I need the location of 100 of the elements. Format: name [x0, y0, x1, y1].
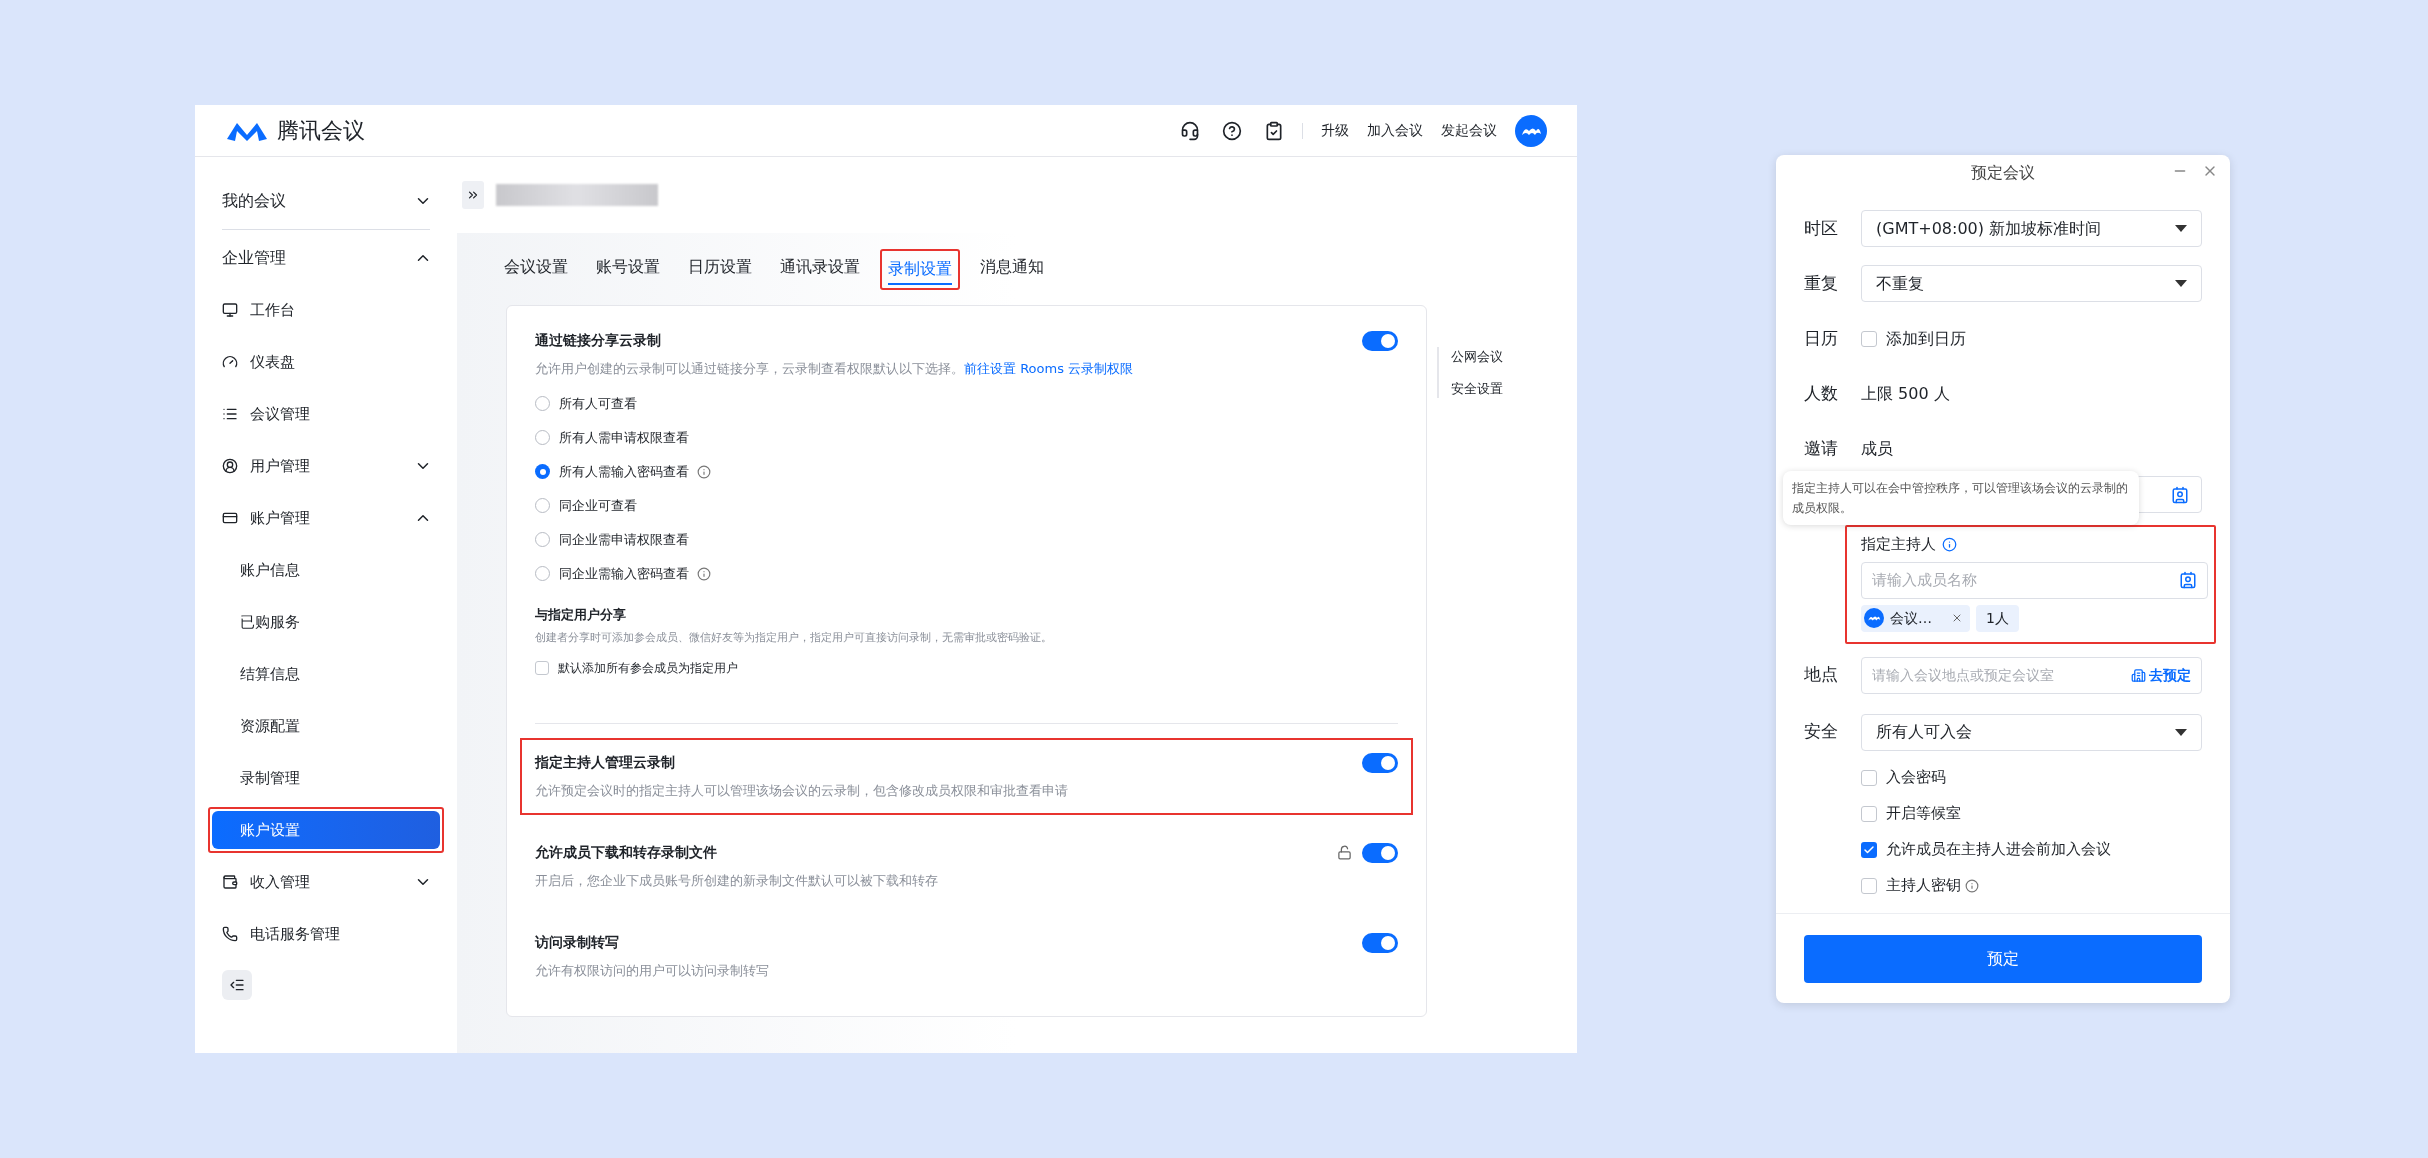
- sidebar-item[interactable]: 我的会议: [212, 182, 440, 220]
- tab[interactable]: 通讯录设置: [780, 255, 860, 283]
- sidebar-item[interactable]: 账户设置: [212, 811, 440, 849]
- sidebar-icon: [222, 458, 238, 474]
- tab[interactable]: 录制设置: [888, 256, 952, 285]
- caret-icon: [2175, 225, 2187, 232]
- toggle-switch[interactable]: [1362, 842, 1398, 863]
- tab[interactable]: 会议设置: [504, 255, 568, 283]
- setting-title: 允许成员下载和转存录制文件: [535, 843, 718, 863]
- avatar-icon: [1864, 608, 1884, 628]
- sidebar-item[interactable]: 收入管理: [212, 863, 440, 901]
- radio-button[interactable]: [535, 464, 550, 479]
- field-label: 重复: [1804, 271, 1839, 295]
- setting-title: 访问录制转写: [535, 933, 620, 953]
- sidebar-item[interactable]: 会议管理: [212, 395, 440, 433]
- checkbox-label: 默认添加所有参会成员为指定用户: [558, 659, 738, 677]
- member-chip[interactable]: 会议…: [1861, 604, 1970, 632]
- field-label: 日历: [1804, 326, 1839, 350]
- headset-icon[interactable]: [1180, 120, 1200, 141]
- location-input-field[interactable]: 请输入会议地点或预定会议室 去预定: [1861, 656, 2202, 694]
- radio-label: 同企业可查看: [559, 496, 637, 515]
- sidebar-item[interactable]: 用户管理: [212, 447, 440, 485]
- sidebar-icon: [222, 354, 238, 370]
- checkbox[interactable]: [1861, 330, 1877, 347]
- setting-description: 允许预定会议时的指定主持人可以管理该场会议的云录制，包含修改成员权限和审批查看申请: [535, 782, 1069, 801]
- select-field[interactable]: 不重复: [1861, 265, 2202, 302]
- radio-label: 同企业需输入密码查看: [559, 564, 689, 583]
- setting-title: 与指定用户分享: [535, 605, 627, 624]
- sidebar-item[interactable]: 仪表盘: [212, 343, 440, 381]
- field-label: 地点: [1804, 663, 1839, 687]
- location-input[interactable]: 请输入会议地点或预定会议室: [1872, 664, 2131, 686]
- sidebar-item[interactable]: 已购服务: [212, 603, 440, 641]
- help-icon[interactable]: [1222, 120, 1242, 141]
- checkbox-label: 主持人密钥: [1886, 875, 1961, 897]
- anchor-link[interactable]: 安全设置: [1451, 378, 1503, 398]
- collapse-sidebar-button[interactable]: [222, 970, 252, 1000]
- header-link[interactable]: 升级: [1321, 120, 1349, 141]
- checkbox[interactable]: [535, 660, 549, 675]
- info-icon[interactable]: [1942, 536, 1957, 552]
- checkbox-label: 添加到日历: [1886, 327, 1966, 350]
- book-button[interactable]: 预定: [1804, 934, 2202, 983]
- field-label: 邀请: [1804, 436, 1839, 460]
- host-input-field[interactable]: 请输入成员名称: [1861, 561, 2208, 599]
- sidebar-item[interactable]: 结算信息: [212, 655, 440, 693]
- tab[interactable]: 日历设置: [688, 255, 752, 283]
- logo-text: 腾讯会议: [277, 117, 365, 145]
- checkbox[interactable]: [1861, 841, 1877, 858]
- sidebar-item[interactable]: 企业管理: [212, 239, 440, 277]
- avatar-icon: [1515, 114, 1547, 147]
- field-label: 时区: [1804, 216, 1839, 240]
- setting-description: 开启后，您企业下成员账号所创建的新录制文件默认可以被下载和转存: [535, 872, 939, 891]
- address-book-icon[interactable]: [2171, 485, 2189, 504]
- setting-title: 指定主持人管理云录制: [535, 753, 676, 773]
- dialog-title: 预定会议: [1971, 162, 2035, 184]
- settings-link[interactable]: 前往设置 Rooms 云录制权限: [964, 361, 1134, 376]
- select-field[interactable]: 所有人可入会: [1861, 713, 2202, 751]
- toggle-switch[interactable]: [1362, 752, 1398, 773]
- remove-icon[interactable]: [1951, 612, 1963, 624]
- radio-label: 所有人可查看: [559, 394, 637, 413]
- sidebar-item[interactable]: 资源配置: [212, 707, 440, 745]
- setting-title: 通过链接分享云录制: [535, 331, 661, 350]
- sidebar-item[interactable]: 电话服务管理: [212, 915, 440, 953]
- setting-description: 创建者分享时可添加参会成员、微信好友等为指定用户，指定用户可直接访问录制，无需审批或密码验证。: [535, 630, 1053, 646]
- header-link[interactable]: 发起会议: [1441, 120, 1497, 141]
- building-icon: [2131, 667, 2146, 683]
- book-room-link[interactable]: 去预定: [2131, 664, 2191, 686]
- checkbox[interactable]: [1861, 769, 1877, 786]
- radio-label: 所有人需输入密码查看: [559, 462, 689, 481]
- checkbox[interactable]: [1861, 877, 1877, 894]
- toggle-switch[interactable]: [1362, 932, 1398, 953]
- checkbox[interactable]: [1861, 805, 1877, 822]
- unlock-icon[interactable]: [1337, 845, 1352, 861]
- clipboard-check-icon[interactable]: [1264, 120, 1284, 141]
- address-book-icon[interactable]: [2179, 571, 2197, 589]
- check-icon: [1863, 843, 1875, 856]
- sidebar-item[interactable]: 账户信息: [212, 551, 440, 589]
- select-field[interactable]: (GMT+08:00) 新加坡标准时间: [1861, 210, 2202, 247]
- field-label: 人数: [1804, 381, 1839, 405]
- field-label: 安全: [1804, 720, 1839, 744]
- setting-description: 允许有权限访问的用户可以访问录制转写: [535, 962, 770, 981]
- member-count: 1人: [1976, 604, 2019, 632]
- field-value: 上限 500 人: [1861, 382, 1950, 405]
- expand-button[interactable]: [462, 181, 484, 209]
- sidebar-icon: [222, 406, 238, 422]
- toggle-switch[interactable]: [1362, 330, 1398, 351]
- checkbox-label: 开启等候室: [1886, 803, 1961, 825]
- radio-label: 同企业需申请权限查看: [559, 530, 689, 549]
- tab[interactable]: 消息通知: [980, 255, 1044, 283]
- sidebar-icon: [222, 926, 238, 942]
- sidebar-item[interactable]: 工作台: [212, 291, 440, 329]
- host-input[interactable]: 请输入成员名称: [1872, 568, 2179, 592]
- setting-description: 允许用户创建的云录制可以通过链接分享，云录制查看权限默认以下选择。前往设置 Rooms 云录制权限: [535, 360, 1135, 378]
- caret-icon: [2175, 280, 2187, 287]
- checkbox-label: 允许成员在主持人进会前加入会议: [1886, 839, 2111, 861]
- header-link[interactable]: 加入会议: [1367, 120, 1423, 141]
- checkbox-label: 入会密码: [1886, 767, 1946, 789]
- sidebar-item[interactable]: 账户管理: [212, 499, 440, 537]
- anchor-link[interactable]: 公网会议: [1451, 347, 1503, 367]
- sidebar-item[interactable]: 录制管理: [212, 759, 440, 797]
- tab[interactable]: 账号设置: [596, 255, 660, 283]
